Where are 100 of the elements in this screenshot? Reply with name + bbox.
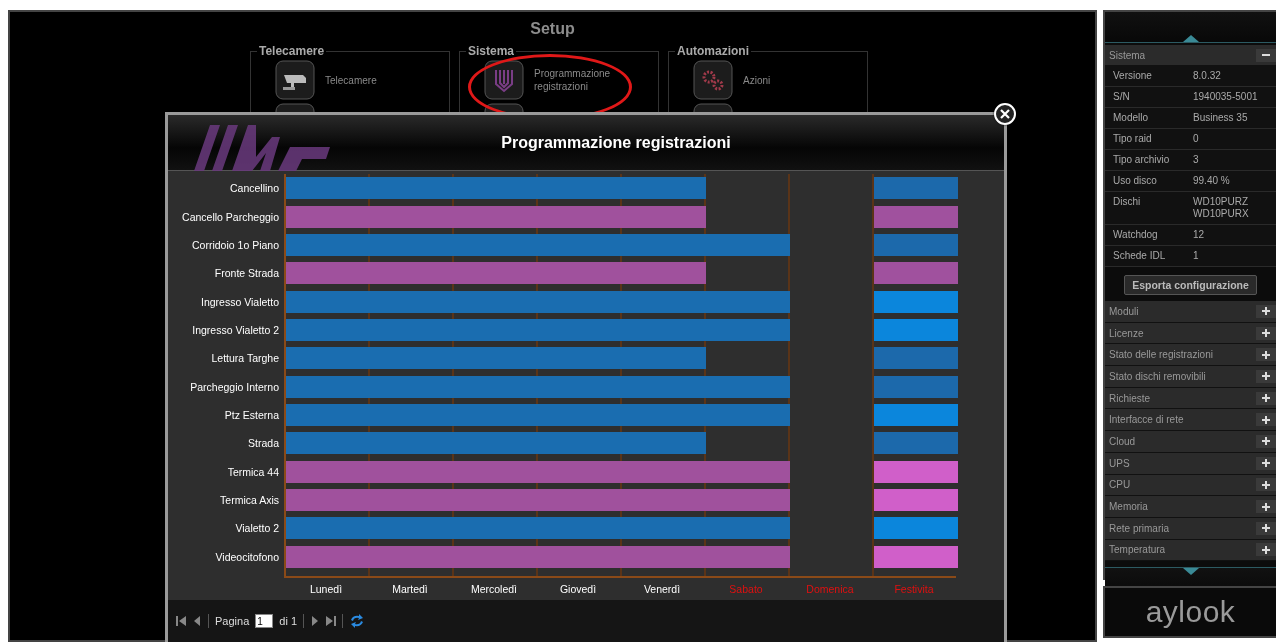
dialog-title: Programmazione registrazioni — [501, 133, 731, 152]
camera-name: Strada — [247, 437, 280, 450]
setup-title: Setup — [529, 20, 576, 38]
setup-item-label[interactable]: Programmazione registrazioni — [534, 67, 624, 93]
expand-button[interactable] — [1256, 543, 1276, 557]
setup-item-label[interactable]: Azioni — [743, 73, 833, 87]
schedule-bar[interactable] — [706, 517, 790, 540]
previous-page-icon[interactable] — [192, 616, 202, 626]
schedule-bar[interactable] — [622, 262, 706, 285]
schedule-bar[interactable] — [706, 403, 790, 426]
section-header[interactable]: Stato dischi removibili — [1105, 366, 1276, 388]
schedule-bar[interactable] — [286, 375, 370, 398]
gears-icon[interactable] — [693, 60, 733, 100]
holiday-bar[interactable] — [874, 347, 958, 370]
info-value: 12 — [1185, 225, 1276, 246]
setup-item-label[interactable]: Telecamere — [325, 73, 415, 87]
next-page-icon[interactable] — [310, 616, 320, 626]
section-title: Temperatura — [1109, 544, 1166, 556]
section-header[interactable]: Sistema — [1105, 45, 1276, 66]
schedule-bar[interactable] — [286, 262, 370, 285]
first-page-icon[interactable] — [176, 616, 186, 626]
schedule-bar[interactable] — [706, 375, 790, 398]
schedule-bar[interactable] — [286, 460, 370, 483]
camera-name: Termica Axis — [219, 493, 280, 506]
section-header[interactable]: Cloud — [1105, 431, 1276, 453]
info-value: 8.0.32 — [1185, 66, 1276, 87]
section-header[interactable]: Temperatura — [1105, 539, 1276, 562]
schedule-bar[interactable] — [622, 432, 706, 455]
holiday-bar[interactable] — [874, 517, 958, 540]
holiday-bar[interactable] — [874, 233, 958, 256]
holiday-bar[interactable] — [874, 545, 958, 568]
schedule-bar[interactable] — [286, 403, 370, 426]
holiday-bar[interactable] — [874, 488, 958, 511]
section-title: UPS — [1109, 457, 1130, 469]
expand-button[interactable] — [1256, 304, 1276, 318]
schedule-bar[interactable] — [286, 488, 370, 511]
export-button[interactable]: Esporta configurazione — [1124, 275, 1257, 295]
schedule-bar[interactable] — [706, 545, 790, 568]
section-title: Rete primaria — [1109, 522, 1170, 534]
holiday-bar[interactable] — [874, 375, 958, 398]
scroll-up-icon[interactable] — [1182, 35, 1199, 42]
brand-logo: aylook — [1145, 595, 1236, 629]
expand-button[interactable] — [1256, 369, 1276, 383]
schedule-bar[interactable] — [706, 488, 790, 511]
refresh-icon[interactable] — [349, 614, 365, 628]
holiday-bar[interactable] — [874, 432, 958, 455]
schedule-icon[interactable] — [484, 60, 524, 100]
expand-button[interactable] — [1256, 456, 1276, 470]
info-label: Uso disco — [1105, 171, 1185, 192]
schedule-bar[interactable] — [286, 205, 370, 228]
section-header[interactable]: Licenze — [1105, 322, 1276, 345]
section-header[interactable]: Rete primaria — [1105, 517, 1276, 540]
schedule-bar[interactable] — [706, 233, 790, 256]
scroll-down-icon[interactable] — [1182, 568, 1199, 576]
schedule-bar[interactable] — [286, 432, 370, 455]
info-value: Business 35 — [1185, 108, 1276, 129]
holiday-bar[interactable] — [874, 177, 958, 200]
schedule-bar[interactable] — [622, 347, 706, 370]
section-header[interactable]: Richieste — [1105, 387, 1276, 410]
holiday-bar[interactable] — [874, 318, 958, 341]
page-field[interactable]: 1 — [255, 614, 274, 628]
holiday-bar[interactable] — [874, 262, 958, 285]
schedule-bar[interactable] — [706, 290, 790, 313]
schedule-bar[interactable] — [706, 460, 790, 483]
last-page-icon[interactable] — [326, 616, 336, 626]
section-header[interactable]: Interfacce di rete — [1105, 409, 1276, 432]
section-header[interactable]: CPU — [1105, 474, 1276, 497]
close-button[interactable] — [994, 103, 1016, 125]
camera-icon[interactable] — [275, 60, 315, 100]
section-header[interactable]: Moduli — [1105, 301, 1276, 323]
holiday-bar[interactable] — [874, 205, 958, 228]
expand-button[interactable] — [1256, 500, 1276, 514]
holiday-bar[interactable] — [874, 460, 958, 483]
schedule-bar[interactable] — [622, 177, 706, 200]
expand-button[interactable] — [1256, 348, 1276, 362]
section-header[interactable]: Memoria — [1105, 496, 1276, 518]
schedule-bar[interactable] — [286, 290, 370, 313]
section-header[interactable]: Stato delle registrazioni — [1105, 344, 1276, 367]
schedule-bar[interactable] — [706, 318, 790, 341]
expand-button[interactable] — [1256, 478, 1276, 492]
info-label: Watchdog — [1105, 225, 1185, 246]
schedule-bar[interactable] — [286, 517, 370, 540]
holiday-bar[interactable] — [874, 403, 958, 426]
expand-button[interactable] — [1256, 326, 1276, 340]
expand-button[interactable] — [1256, 391, 1276, 405]
expand-button[interactable] — [1256, 521, 1276, 535]
info-value: 3 — [1185, 150, 1276, 171]
schedule-bar[interactable] — [286, 177, 370, 200]
holiday-bar[interactable] — [874, 290, 958, 313]
schedule-bar[interactable] — [286, 318, 370, 341]
schedule-bar[interactable] — [286, 233, 370, 256]
schedule-bar[interactable] — [622, 205, 706, 228]
camera-name: Parcheggio Interno — [189, 380, 280, 393]
expand-button[interactable] — [1256, 434, 1276, 448]
group-title: Telecamere — [258, 44, 326, 58]
expand-button[interactable] — [1256, 413, 1276, 427]
schedule-bar[interactable] — [286, 545, 370, 568]
schedule-bar[interactable] — [286, 347, 370, 370]
collapse-button[interactable] — [1256, 48, 1276, 62]
section-header[interactable]: UPS — [1105, 452, 1276, 475]
